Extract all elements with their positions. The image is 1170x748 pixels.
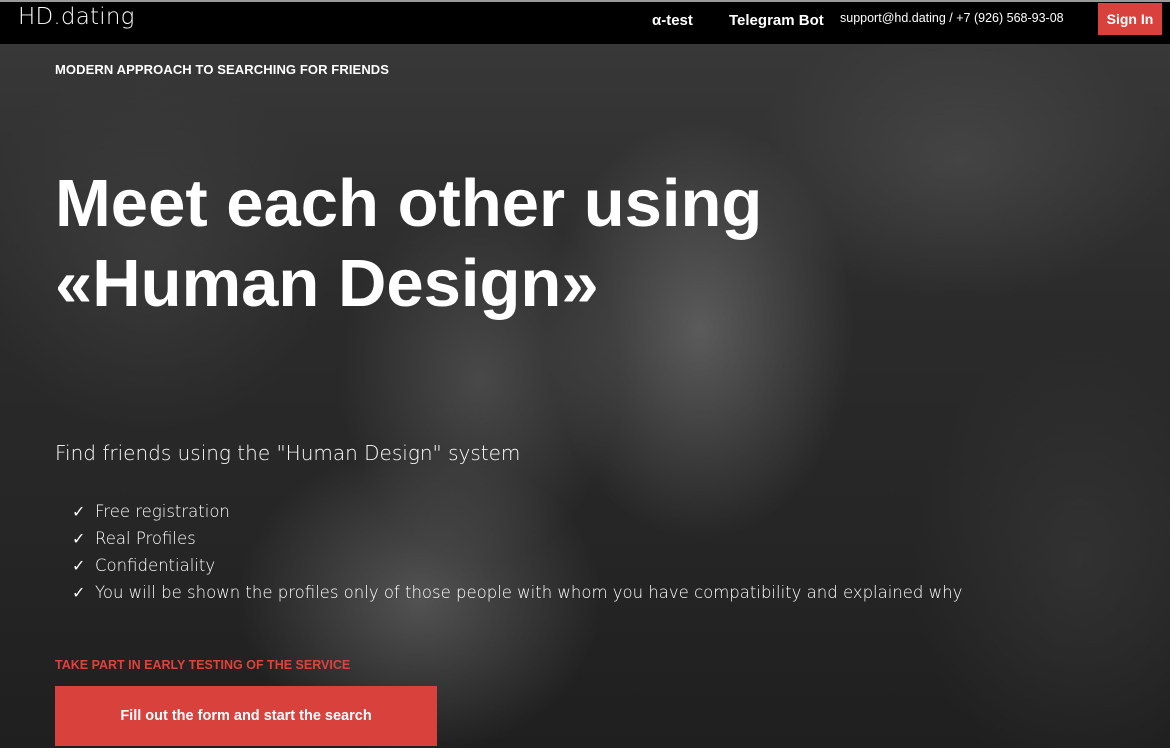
checkmark-icon: ✓ — [72, 529, 86, 548]
checkmark-icon: ✓ — [72, 556, 86, 575]
headline-line-1: Meet each other using — [55, 166, 763, 241]
checkmark-icon: ✓ — [72, 502, 86, 521]
feature-text: Real Profiles — [95, 529, 196, 548]
start-search-button[interactable]: Fill out the form and start the search — [55, 686, 437, 746]
cta-label: TAKE PART IN EARLY TESTING OF THE SERVIC… — [55, 658, 351, 672]
list-item: ✓ Free registration — [72, 498, 962, 525]
landing-page: HD.dating α-test Telegram Bot support@hd… — [0, 0, 1170, 748]
checkmark-icon: ✓ — [72, 583, 86, 602]
sign-in-button[interactable]: Sign In — [1098, 3, 1162, 35]
hero-headline: Meet each other using «Human Design» — [55, 164, 955, 324]
nav-link-alpha-test[interactable]: α-test — [652, 12, 693, 29]
contact-info[interactable]: support@hd.dating / +7 (926) 568-93-08 — [840, 11, 1064, 25]
feature-text: Free registration — [95, 502, 230, 521]
list-item: ✓ Real Profiles — [72, 525, 962, 552]
headline-line-2: «Human Design» — [55, 246, 599, 321]
site-logo[interactable]: HD.dating — [18, 4, 135, 30]
feature-text: You will be shown the profiles only of t… — [95, 583, 963, 602]
hero-subtitle: Find friends using the "Human Design" sy… — [55, 441, 521, 465]
hero-tagline: MODERN APPROACH TO SEARCHING FOR FRIENDS — [55, 62, 390, 77]
navbar: HD.dating α-test Telegram Bot support@hd… — [0, 2, 1170, 44]
nav-link-telegram-bot[interactable]: Telegram Bot — [729, 12, 824, 29]
list-item: ✓ You will be shown the profiles only of… — [72, 579, 962, 606]
list-item: ✓ Confidentiality — [72, 552, 962, 579]
feature-list: ✓ Free registration ✓ Real Profiles ✓ Co… — [72, 498, 962, 606]
feature-text: Confidentiality — [95, 556, 216, 575]
